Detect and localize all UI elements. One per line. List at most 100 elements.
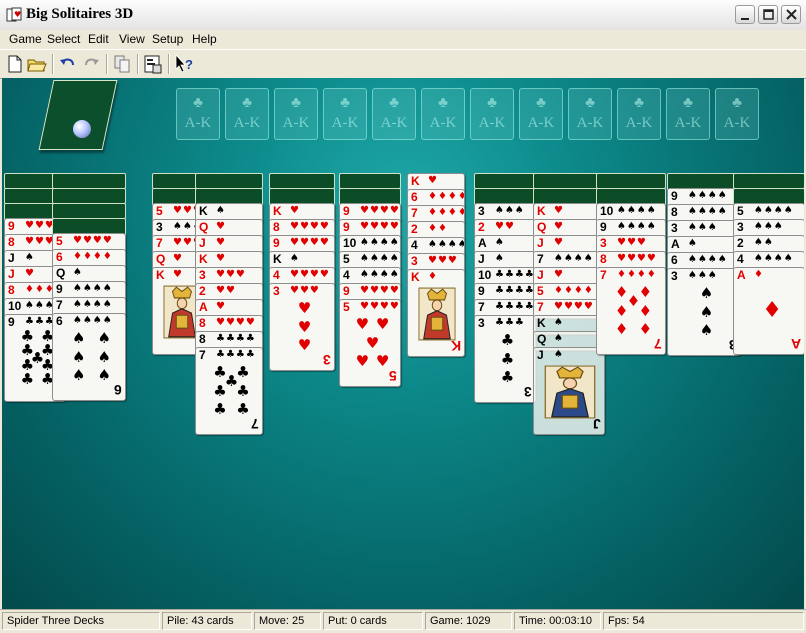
card-suit-row: ♦♦♦♦ [73, 251, 113, 262]
open-button[interactable] [26, 53, 48, 75]
card-suit-row: ♥♥♥♥ [360, 205, 400, 216]
card-rank: 8 [8, 235, 15, 249]
card-suit-row: ♥ [216, 237, 226, 248]
stock-deck[interactable] [38, 80, 118, 150]
card-rank-bottom: A [790, 336, 801, 352]
playing-card[interactable]: 5 ♥♥♥♥ ♥ ♥ ♥ ♥ ♥ 5 [339, 299, 401, 387]
menu-setup[interactable]: Setup [152, 32, 183, 46]
menu-select[interactable]: Select [47, 32, 80, 46]
close-icon [786, 9, 797, 20]
card-suit-row: ♥♥♥♥ [360, 221, 400, 232]
face-down-card[interactable] [474, 173, 536, 189]
face-down-card[interactable] [733, 173, 804, 189]
new-game-button[interactable] [4, 53, 26, 75]
card-rank: 5 [56, 234, 63, 248]
foundation-slot[interactable]: ♣ A-K [568, 88, 612, 140]
face-down-card[interactable] [269, 173, 335, 189]
card-suit-row: ♥♥♥♥ [290, 269, 330, 280]
playing-card[interactable]: K ♦ K [407, 269, 465, 357]
card-rank: K [273, 204, 282, 218]
foundation-slot[interactable]: ♣ A-K [372, 88, 416, 140]
foundation-slot[interactable]: ♣ A-K [225, 88, 269, 140]
menu-view[interactable]: View [119, 32, 145, 46]
card-pip: ♦ [614, 301, 629, 320]
playing-card[interactable]: 3♠♠♠♠♠♠3 [667, 268, 741, 356]
card-suit-row: ♥♥♥♥ [290, 237, 330, 248]
game-table[interactable]: ♣ A-K ♣ A-K ♣ A-K ♣ A-K ♣ A-K ♣ A-K ♣ A-K ♣ A-K ♣ A-K ♣ A-K… [2, 78, 804, 609]
face-down-card[interactable] [52, 173, 126, 189]
playing-card[interactable]: A ♦ ♦ A [733, 267, 804, 355]
card-suit-row: ♥ [428, 175, 438, 186]
card-rank: 5 [737, 204, 744, 218]
foundation-label: A-K [331, 115, 359, 131]
foundation-suit: ♣ [389, 95, 399, 111]
minimize-button[interactable] [735, 5, 755, 24]
face-down-card[interactable] [596, 173, 666, 189]
playing-card[interactable]: 3 ♣♣♣ ♣ ♣ ♣ 3 [474, 315, 536, 403]
toolbar-separator [168, 54, 170, 74]
foundation-slot[interactable]: ♣ A-K [519, 88, 563, 140]
card-rank: 5 [537, 284, 544, 298]
foundation-label: A-K [184, 115, 212, 131]
card-suit-row: ♥♥♥♥ [360, 285, 400, 296]
card-rank: 7 [537, 252, 544, 266]
foundation-suit: ♣ [340, 95, 350, 111]
foundation-slot[interactable]: ♣ A-K [666, 88, 710, 140]
playing-card[interactable]: 3 ♥♥♥ ♥ ♥ ♥ 3 [269, 283, 335, 371]
foundation-slot[interactable]: ♣ A-K [176, 88, 220, 140]
card-suit-row: ♣♣♣♣ [216, 333, 256, 344]
title-bar[interactable]: ♥ Big Solitaires 3D [0, 0, 806, 31]
card-rank: 7 [478, 300, 485, 314]
menu-game[interactable]: Game [9, 32, 42, 46]
card-pip: ♠ [699, 302, 714, 321]
face-down-card[interactable] [533, 173, 605, 189]
foundation-slot[interactable]: ♣ A-K [617, 88, 661, 140]
card-rank: 2 [737, 236, 744, 250]
face-down-card[interactable] [195, 173, 263, 189]
menu-help[interactable]: Help [192, 32, 217, 46]
card-rank: 5 [343, 252, 350, 266]
playing-card[interactable]: 7 ♣♣♣♣ ♣ ♣ ♣ ♣ ♣ ♣ ♣ 7 [195, 347, 263, 435]
foundation-slot[interactable]: ♣ A-K [274, 88, 318, 140]
card-rank-bottom: J [593, 416, 601, 432]
undo-button[interactable] [57, 53, 79, 75]
menu-edit[interactable]: Edit [88, 32, 109, 46]
face-down-card[interactable] [52, 188, 126, 204]
card-rank: J [8, 267, 15, 281]
copy-button[interactable] [111, 53, 133, 75]
close-button[interactable] [781, 5, 801, 24]
card-rank: 3 [273, 284, 280, 298]
card-pip: ♥ [375, 314, 390, 333]
card-suit-row: ♠ [554, 333, 564, 344]
foundation-slot[interactable]: ♣ A-K [323, 88, 367, 140]
help-pointer-button[interactable]: ? [173, 53, 195, 75]
status-bar: Spider Three Decks Pile: 43 cards Move: … [0, 609, 806, 633]
card-rank: A [478, 236, 487, 250]
maximize-button[interactable] [758, 5, 778, 24]
foundation-slot[interactable]: ♣ A-K [421, 88, 465, 140]
foundation-label: A-K [429, 115, 457, 131]
properties-button[interactable] [142, 53, 164, 75]
card-rank: 7 [600, 268, 607, 282]
card-rank: 9 [343, 284, 350, 298]
face-down-card[interactable] [339, 173, 401, 189]
card-pip: ♥ [297, 317, 312, 336]
foundation-slot[interactable]: ♣ A-K [470, 88, 514, 140]
card-suit-row: ♠♠♠♠ [360, 253, 400, 264]
foundation-slot[interactable]: ♣ A-K [715, 88, 759, 140]
card-rank: 4 [411, 238, 418, 252]
card-rank-bottom: 7 [654, 336, 662, 352]
redo-button[interactable] [80, 53, 102, 75]
playing-card[interactable]: J ♠ J [533, 347, 605, 435]
foundation-suit: ♣ [634, 95, 644, 111]
card-rank: 8 [273, 220, 280, 234]
playing-card[interactable]: 6 ♠♠♠♠ ♠ ♠ ♠ ♠ ♠ ♠ 6 [52, 313, 126, 401]
card-suit-row: ♠ [688, 238, 698, 249]
face-down-card[interactable] [52, 203, 126, 219]
card-rank: 9 [8, 219, 15, 233]
foundation-label: A-K [625, 115, 653, 131]
card-suit-row: ♠♠♠♠ [73, 283, 113, 294]
playing-card[interactable]: 7 ♦♦♦♦ ♦ ♦ ♦ ♦ ♦ ♦ ♦ 7 [596, 267, 666, 355]
help-pointer-icon: ? [175, 53, 193, 73]
card-pip: ♦ [638, 320, 653, 339]
